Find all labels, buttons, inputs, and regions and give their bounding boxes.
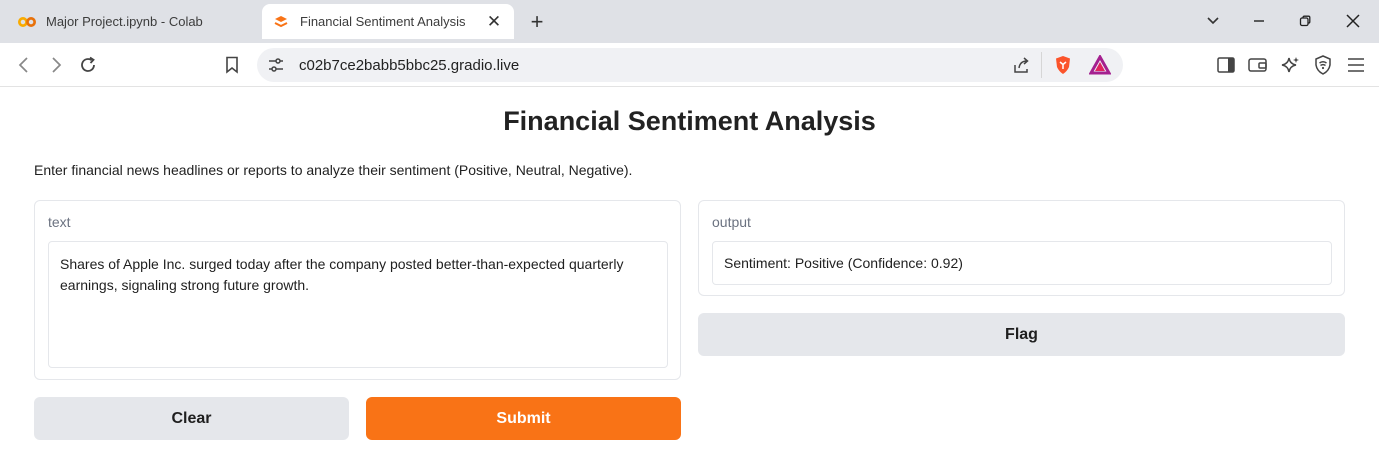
browser-toolbar: c02b7ce2babb5bbc25.gradio.live xyxy=(0,43,1379,87)
flag-button[interactable]: Flag xyxy=(698,313,1345,356)
reload-icon[interactable] xyxy=(74,51,102,79)
leo-ai-icon[interactable] xyxy=(1277,51,1305,79)
submit-button[interactable]: Submit xyxy=(366,397,681,440)
back-icon[interactable] xyxy=(10,51,38,79)
browser-tab-strip: Major Project.ipynb - Colab Financial Se… xyxy=(0,0,1379,43)
page-title: Financial Sentiment Analysis xyxy=(503,106,876,136)
gradio-icon xyxy=(272,13,290,31)
divider xyxy=(1041,52,1042,78)
url-text: c02b7ce2babb5bbc25.gradio.live xyxy=(299,57,520,74)
bookmark-icon[interactable] xyxy=(218,51,246,79)
gradio-app: Financial Sentiment Analysis Enter finan… xyxy=(0,88,1379,461)
share-icon[interactable] xyxy=(1013,56,1031,79)
brave-shield-icon[interactable] xyxy=(1053,55,1073,80)
brave-rewards-icon[interactable] xyxy=(1088,53,1112,80)
output-panel: output Sentiment: Positive (Confidence: … xyxy=(698,200,1345,296)
input-panel: text Shares of Apple Inc. surged today a… xyxy=(34,200,681,380)
tab-colab[interactable]: Major Project.ipynb - Colab xyxy=(8,4,253,39)
restore-icon[interactable] xyxy=(1282,5,1328,37)
site-settings-icon[interactable] xyxy=(267,56,285,79)
tab-title: Major Project.ipynb - Colab xyxy=(46,14,203,29)
minimize-icon[interactable] xyxy=(1236,5,1282,37)
app-description: Enter financial news headlines or report… xyxy=(34,162,633,178)
clear-button[interactable]: Clear xyxy=(34,397,349,440)
output-label: output xyxy=(712,214,751,230)
close-window-icon[interactable] xyxy=(1330,5,1376,37)
new-tab-icon[interactable]: + xyxy=(524,9,550,35)
colab-icon xyxy=(18,13,36,31)
tab-title: Financial Sentiment Analysis xyxy=(300,14,466,29)
wallet-icon[interactable] xyxy=(1244,51,1272,79)
forward-icon[interactable] xyxy=(42,51,70,79)
address-bar[interactable]: c02b7ce2babb5bbc25.gradio.live xyxy=(257,48,1123,82)
sidebar-toggle-icon[interactable] xyxy=(1212,51,1240,79)
close-tab-icon[interactable]: ✕ xyxy=(480,8,508,36)
tab-financial-sentiment[interactable]: Financial Sentiment Analysis ✕ xyxy=(262,4,514,39)
output-textbox: Sentiment: Positive (Confidence: 0.92) xyxy=(712,241,1332,285)
vpn-shield-icon[interactable] xyxy=(1309,51,1337,79)
tab-search-chevron-icon[interactable] xyxy=(1190,5,1236,37)
input-label: text xyxy=(48,214,71,230)
menu-icon[interactable] xyxy=(1342,51,1370,79)
text-input[interactable]: Shares of Apple Inc. surged today after … xyxy=(48,241,668,368)
